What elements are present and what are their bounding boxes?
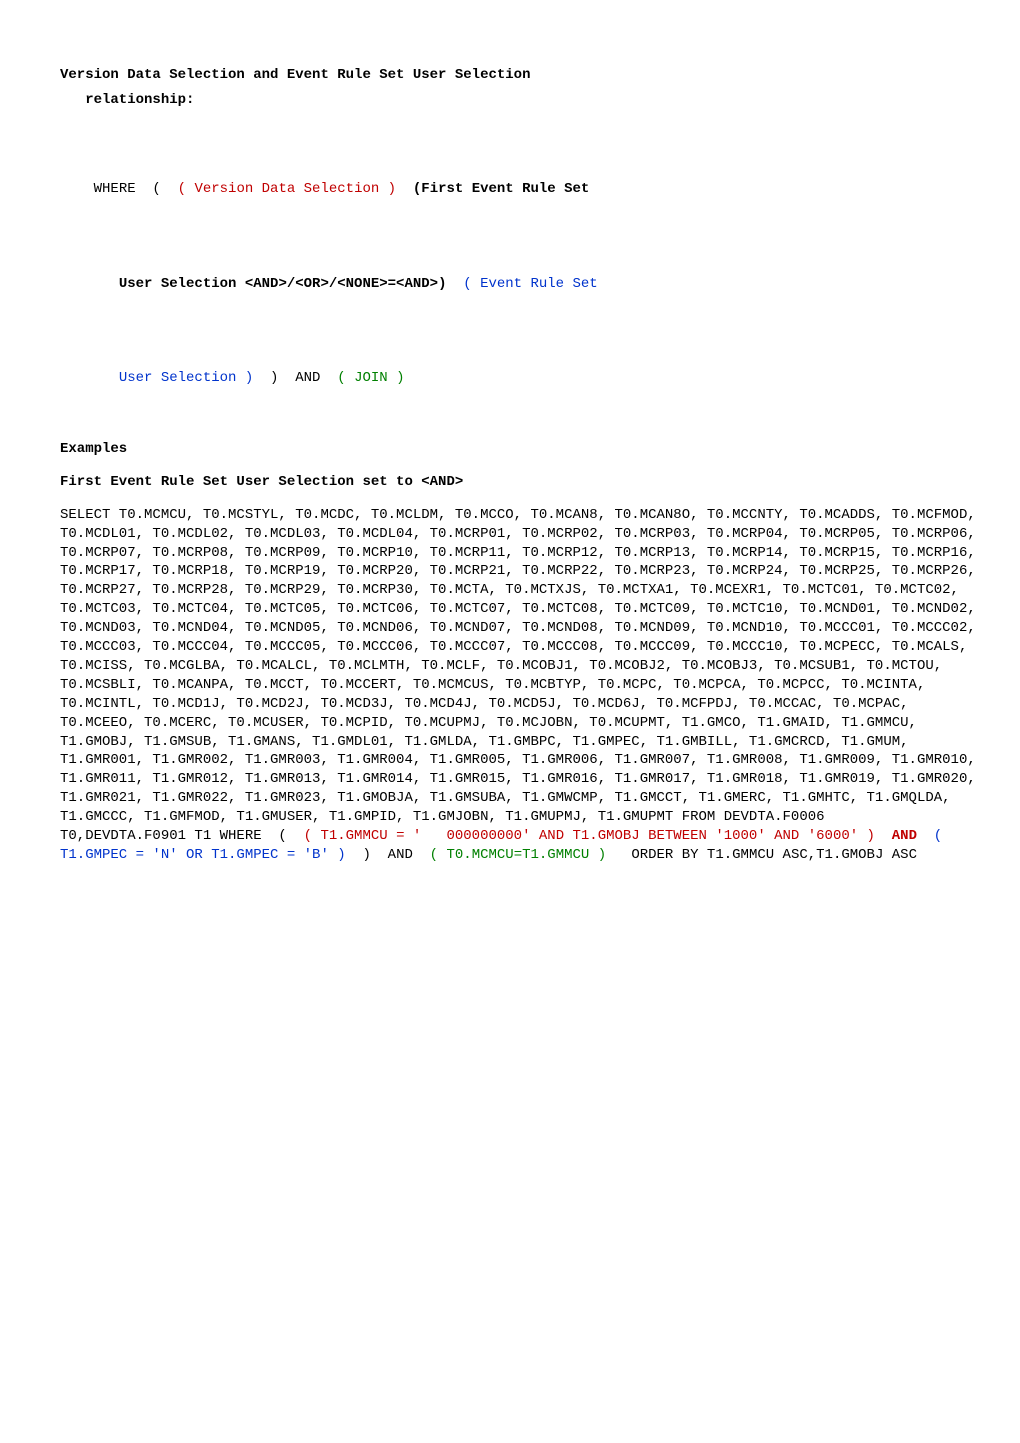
example1-heading-block: First Event Rule Set User Selection set … [60,473,980,492]
first-ers-line1: (First Event Rule Set [404,181,589,197]
ers-span1: ( Event Rule Set [446,276,597,292]
first-ers-line2: User Selection <AND>/<OR>/<NONE>=<AND>) [119,276,447,292]
where-line3: User Selection ) ) AND ( JOIN ) [60,350,980,407]
sql-query-block: SELECT T0.MCMCU, T0.MCSTYL, T0.MCDC, T0.… [60,506,980,865]
example1-heading: First Event Rule Set User Selection set … [60,473,980,492]
examples-heading-block: Examples [60,440,980,459]
ers-span2: User Selection ) [119,370,262,386]
query-join-green: ( T0.MCMCU=T1.GMMCU ) [421,847,614,863]
heading1-line1: Version Data Selection and Event Rule Se… [60,66,980,85]
query-vds-red: ( T1.GMMCU = ' 000000000' AND T1.GMOBJ B… [295,828,883,844]
query-after-ers-black: ) AND [354,847,421,863]
query-order-by-black: ORDER BY T1.GMMCU ASC,T1.GMOBJ ASC [615,847,917,863]
examples-heading: Examples [60,440,980,459]
query-and-bold: AND [883,828,925,844]
where-pattern-block: WHERE ( ( Version Data Selection ) (Firs… [60,124,980,426]
after-ers: ) AND [262,370,329,386]
where-line1: WHERE ( ( Version Data Selection ) (Firs… [60,162,980,219]
heading1-line2: relationship: [60,91,980,110]
version-data-selection-span: ( Version Data Selection ) [169,181,404,197]
join-span: ( JOIN ) [329,370,405,386]
where-line2: User Selection <AND>/<OR>/<NONE>=<AND>) … [60,256,980,313]
heading-block: Version Data Selection and Event Rule Se… [60,66,980,110]
where-prefix: WHERE ( [94,181,170,197]
query-black-block: SELECT T0.MCMCU, T0.MCSTYL, T0.MCDC, T0.… [60,507,984,844]
